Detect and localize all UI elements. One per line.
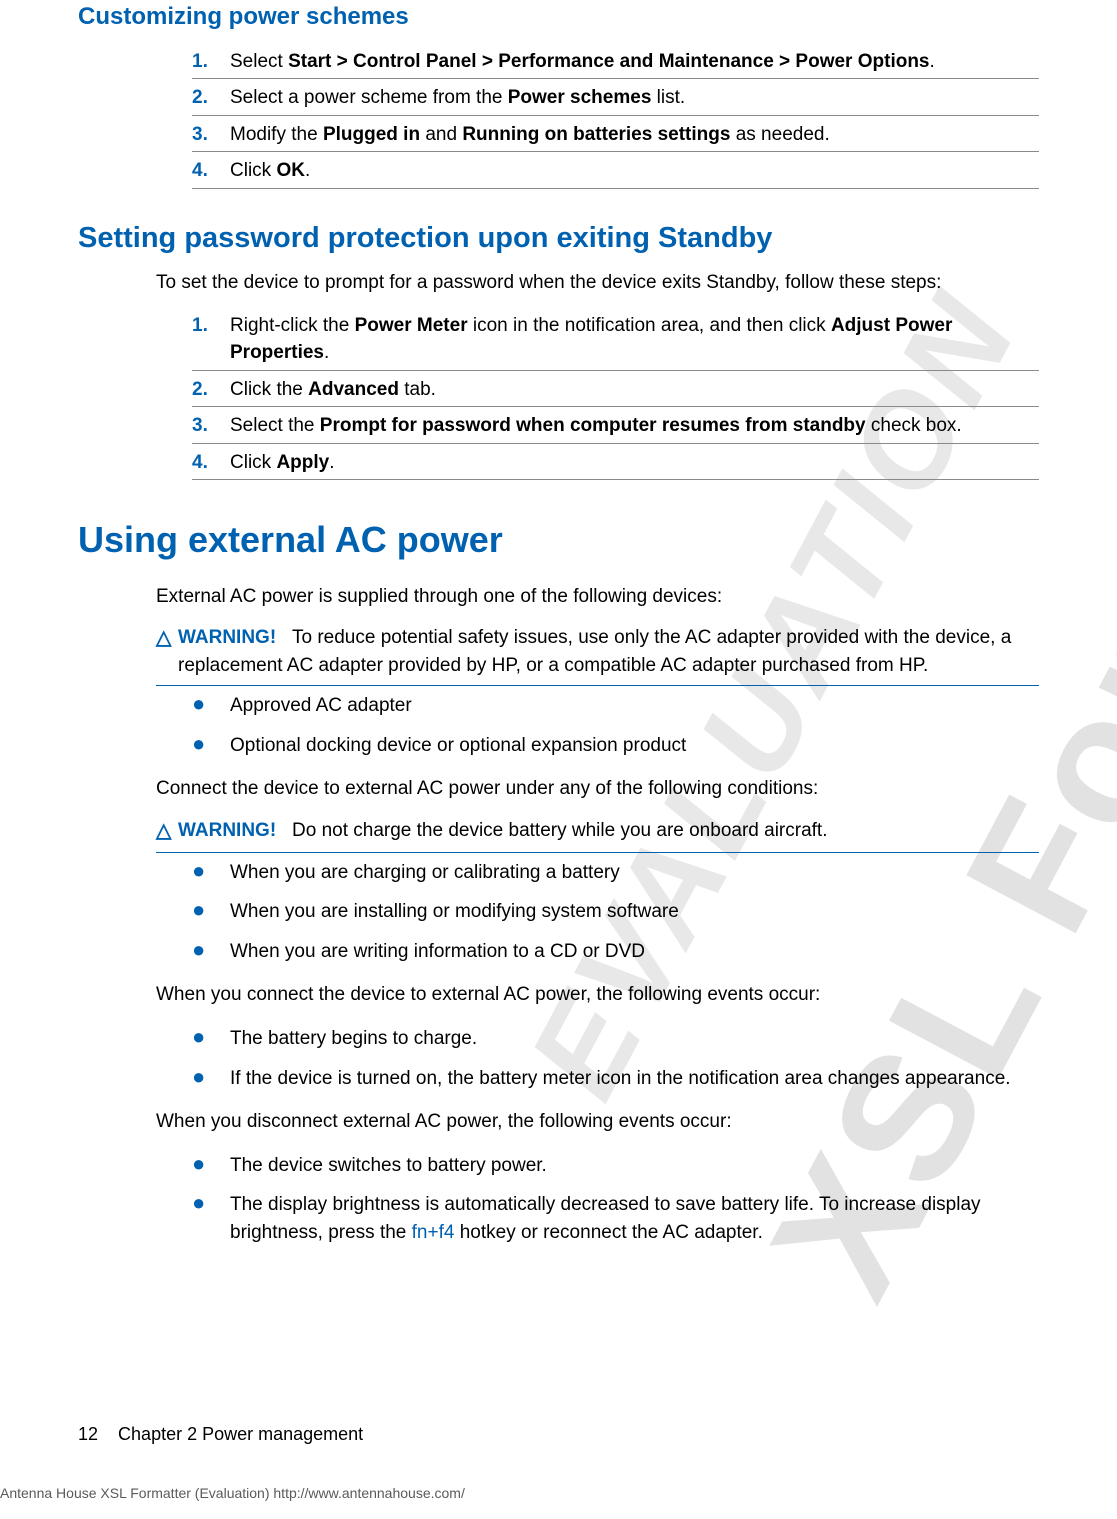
step-row: 2. Click the Advanced tab. — [192, 371, 1039, 408]
heading-ac-power: Using external AC power — [78, 514, 1039, 566]
list-text: When you are charging or calibrating a b… — [230, 859, 1039, 887]
standby-intro: To set the device to prompt for a passwo… — [156, 269, 1039, 297]
step-row: 4. Click OK. — [192, 152, 1039, 189]
standby-content: To set the device to prompt for a passwo… — [156, 269, 1039, 480]
list-text: The display brightness is automatically … — [230, 1191, 1039, 1246]
list-item: ●The device switches to battery power. — [192, 1146, 1039, 1186]
step-text: Select the Prompt for password when comp… — [230, 412, 1039, 440]
ac-intro: External AC power is supplied through on… — [156, 583, 1039, 611]
ac-p3: When you connect the device to external … — [156, 981, 1039, 1009]
step-num: 4. — [192, 449, 230, 477]
step-row: 1. Right-click the Power Meter icon in t… — [192, 307, 1039, 371]
heading-standby: Setting password protection upon exiting… — [78, 217, 1039, 259]
bullet-icon: ● — [192, 1025, 230, 1053]
list-text: Optional docking device or optional expa… — [230, 732, 1039, 760]
footer-generator: Antenna House XSL Formatter (Evaluation)… — [0, 1483, 465, 1503]
list-item: ●When you are charging or calibrating a … — [192, 853, 1039, 893]
list-item: ●If the device is turned on, the battery… — [192, 1059, 1039, 1099]
heading-customizing: Customizing power schemes — [78, 0, 1039, 35]
step-text: Modify the Plugged in and Running on bat… — [230, 121, 1039, 149]
customizing-steps: 1. Select Start > Control Panel > Perfor… — [156, 43, 1039, 189]
warning-text: WARNING! To reduce potential safety issu… — [178, 624, 1039, 679]
step-row: 3. Modify the Plugged in and Running on … — [192, 116, 1039, 153]
step-num: 3. — [192, 121, 230, 149]
list-item: ●When you are writing information to a C… — [192, 932, 1039, 972]
step-text: Click Apply. — [230, 449, 1039, 477]
step-row: 1. Select Start > Control Panel > Perfor… — [192, 43, 1039, 80]
warning-block: △ WARNING! Do not charge the device batt… — [156, 813, 1039, 853]
warning-text: WARNING! Do not charge the device batter… — [178, 817, 1039, 846]
step-row: 3. Select the Prompt for password when c… — [192, 407, 1039, 444]
warning-icon: △ — [156, 624, 178, 679]
step-num: 1. — [192, 312, 230, 367]
footer-page: 12 Chapter 2 Power management — [78, 1421, 363, 1447]
step-text: Select a power scheme from the Power sch… — [230, 84, 1039, 112]
list-text: The device switches to battery power. — [230, 1152, 1039, 1180]
list-item: ●The battery begins to charge. — [192, 1019, 1039, 1059]
list-item: ●The display brightness is automatically… — [192, 1185, 1039, 1252]
bullet-icon: ● — [192, 859, 230, 887]
step-num: 1. — [192, 48, 230, 76]
list-text: When you are writing information to a CD… — [230, 938, 1039, 966]
step-text: Select Start > Control Panel > Performan… — [230, 48, 1039, 76]
list-text: Approved AC adapter — [230, 692, 1039, 720]
list-text: When you are installing or modifying sys… — [230, 898, 1039, 926]
step-row: 2. Select a power scheme from the Power … — [192, 79, 1039, 116]
bullet-icon: ● — [192, 1065, 230, 1093]
bullet-icon: ● — [192, 1152, 230, 1180]
bullet-icon: ● — [192, 692, 230, 720]
hotkey-link: fn+f4 — [412, 1222, 455, 1243]
step-text: Right-click the Power Meter icon in the … — [230, 312, 1039, 367]
bullet-icon: ● — [192, 938, 230, 966]
bullet-icon: ● — [192, 732, 230, 760]
bullet-icon: ● — [192, 898, 230, 926]
list-item: ●Approved AC adapter — [192, 686, 1039, 726]
warning-block: △ WARNING! To reduce potential safety is… — [156, 620, 1039, 686]
step-num: 3. — [192, 412, 230, 440]
ac-content: External AC power is supplied through on… — [156, 583, 1039, 1253]
page-number: 12 — [78, 1424, 98, 1444]
bullet-icon: ● — [192, 1191, 230, 1246]
list-text: The battery begins to charge. — [230, 1025, 1039, 1053]
step-text: Click OK. — [230, 157, 1039, 185]
chapter-label: Chapter 2 Power management — [118, 1424, 363, 1444]
step-num: 4. — [192, 157, 230, 185]
list-item: ●Optional docking device or optional exp… — [192, 726, 1039, 766]
page-content: Customizing power schemes 1. Select Star… — [0, 0, 1117, 1252]
warning-icon: △ — [156, 817, 178, 846]
ac-p2: Connect the device to external AC power … — [156, 775, 1039, 803]
step-row: 4. Click Apply. — [192, 444, 1039, 481]
list-text: If the device is turned on, the battery … — [230, 1065, 1039, 1093]
step-num: 2. — [192, 376, 230, 404]
ac-p4: When you disconnect external AC power, t… — [156, 1108, 1039, 1136]
list-item: ●When you are installing or modifying sy… — [192, 892, 1039, 932]
step-num: 2. — [192, 84, 230, 112]
step-text: Click the Advanced tab. — [230, 376, 1039, 404]
